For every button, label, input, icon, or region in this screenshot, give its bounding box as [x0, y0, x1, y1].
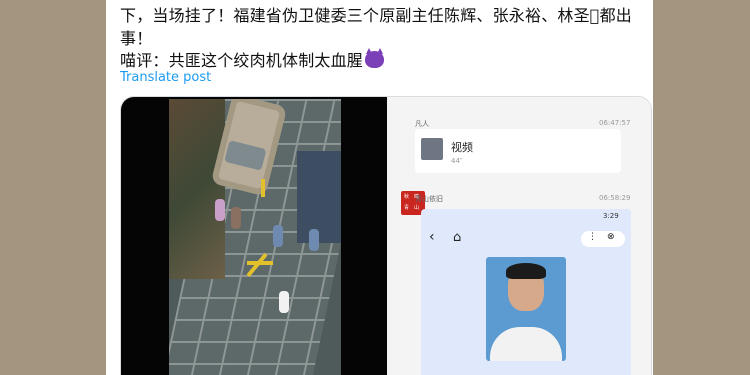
more-icon: ⋮ — [588, 232, 597, 242]
post-text-line-3-text: 喵评：共匪这个绞肉机体制太血腥 — [120, 51, 364, 70]
close-icon: ⊗ — [607, 232, 615, 242]
home-icon: ⌂ — [453, 230, 462, 245]
video-message-bubble: 视频 44″ — [415, 129, 621, 173]
media-attachment[interactable]: 凡人 06:47:57 视频 44″ 秋 鸣 青 山 青山依旧 06:58:29… — [120, 96, 652, 375]
back-icon: ‹ — [429, 229, 435, 245]
chat-username-2: 青山依旧 — [415, 195, 443, 203]
miniapp-capsule: ⋮ ⊗ — [581, 231, 625, 247]
translate-post-link[interactable]: Translate post — [120, 70, 211, 85]
chat-username-1: 凡人 — [415, 120, 429, 128]
chat-time-1: 06:47:57 — [599, 119, 631, 127]
chat-screenshot: 凡人 06:47:57 视频 44″ 秋 鸣 青 山 青山依旧 06:58:29… — [387, 97, 651, 375]
post-text-line-2: 事！ — [120, 29, 153, 48]
post-text-line-1: 下，当场挂了！福建省伪卫健委三个原副主任陈辉、张永裕、林圣𫚫都出 — [120, 6, 633, 25]
phone-screenshot: 3:29 ‹ ⌂ ⋮ ⊗ — [421, 209, 631, 375]
official-portrait-photo — [486, 257, 566, 361]
tweet-card: 下，当场挂了！福建省伪卫健委三个原副主任陈辉、张永裕、林圣𫚫都出 事！ 喵评：共… — [106, 0, 653, 375]
video-message-title: 视频 — [451, 141, 473, 154]
video-thumbnail-icon — [421, 138, 443, 160]
chat-time-2: 06:58:29 — [599, 194, 631, 202]
phone-nav-bar: ‹ ⌂ ⋮ ⊗ — [421, 223, 631, 253]
phone-status-bar: 3:29 — [421, 209, 631, 223]
post-text-line-3: 喵评：共匪这个绞肉机体制太血腥 — [120, 47, 385, 71]
video-duration: 44″ — [451, 157, 463, 165]
street-scene-image — [169, 99, 341, 375]
video-thumbnail[interactable] — [121, 97, 387, 375]
smiling-devil-emoji-icon — [365, 48, 385, 68]
phone-clock: 3:29 — [603, 212, 619, 220]
